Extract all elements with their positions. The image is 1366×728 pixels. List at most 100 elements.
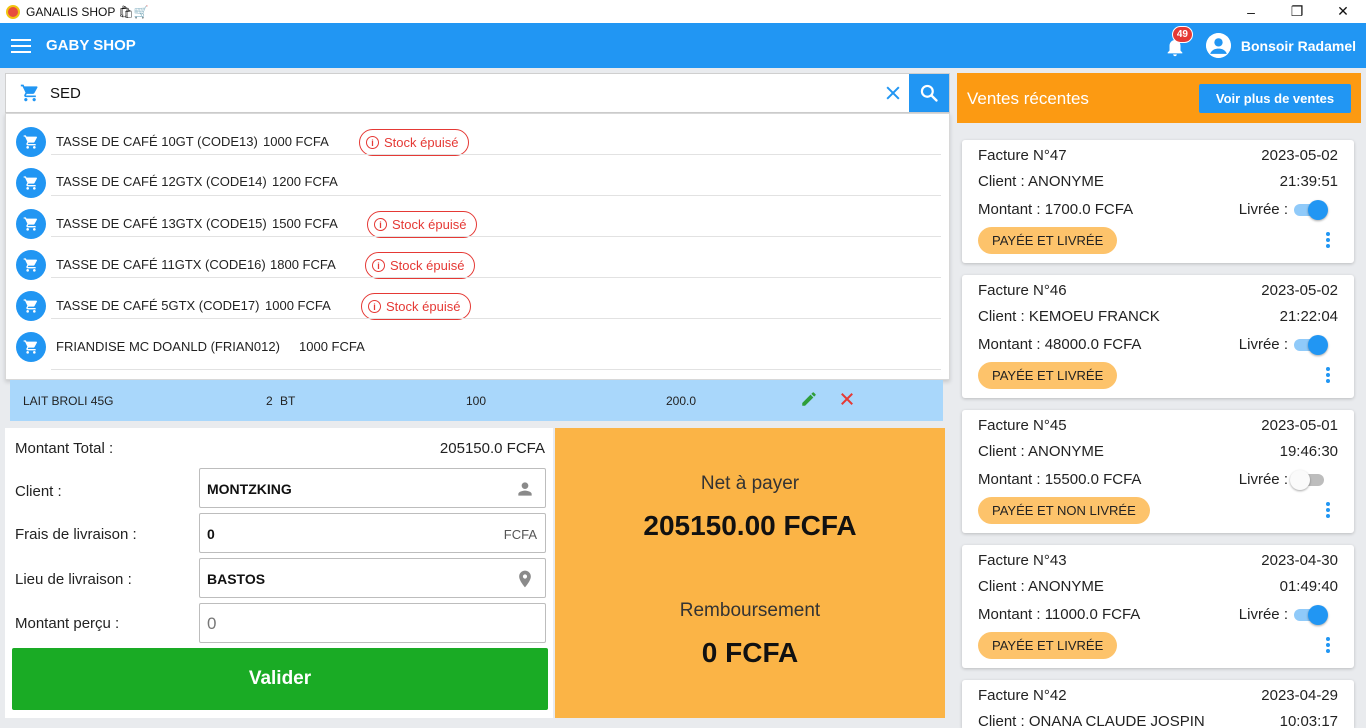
info-icon: i xyxy=(366,136,379,149)
invoice-client: Client : ANONYME xyxy=(978,173,1104,190)
cart-icon xyxy=(16,127,46,157)
info-icon: i xyxy=(372,259,385,272)
restore-button[interactable]: ❐ xyxy=(1274,0,1320,23)
validate-button[interactable]: Valider xyxy=(12,648,548,710)
edit-pencil-icon[interactable] xyxy=(800,390,818,408)
invoice-date: 2023-04-29 xyxy=(1261,687,1338,704)
invoice-card[interactable]: Facture N°42 2023-04-29 Client : ONANA C… xyxy=(962,680,1354,728)
delivery-place-value: BASTOS xyxy=(207,571,266,587)
invoice-card[interactable]: Facture N°46 2023-05-02 Client : KEMOEU … xyxy=(962,275,1354,398)
suggestion-name: TASSE DE CAFÉ 5GTX (CODE17) xyxy=(56,298,260,313)
client-field[interactable]: MONTZKING xyxy=(199,468,546,508)
app-bar: GABY SHOP 49 Bonsoir Radamel xyxy=(0,23,1366,68)
invoice-date: 2023-05-01 xyxy=(1261,417,1338,434)
invoice-client: Client : ANONYME xyxy=(978,578,1104,595)
delete-x-icon[interactable] xyxy=(838,390,856,408)
suggestion-item[interactable]: TASSE DE CAFÉ 13GTX (CODE15) 1500 FCFA i… xyxy=(6,196,951,239)
cart-icon xyxy=(20,84,38,102)
person-icon xyxy=(518,482,532,496)
suggestion-name: TASSE DE CAFÉ 13GTX (CODE15) xyxy=(56,216,267,231)
suggestion-item[interactable]: FRIANDISE MC DOANLD (FRIAN012) 1000 FCFA xyxy=(6,319,951,370)
suggestion-item[interactable]: TASSE DE CAFÉ 11GTX (CODE16) 1800 FCFA i… xyxy=(6,237,951,280)
currency-suffix: FCFA xyxy=(503,527,537,542)
suggestion-item[interactable]: TASSE DE CAFÉ 5GTX (CODE17) 1000 FCFA iS… xyxy=(6,278,951,321)
search-input[interactable] xyxy=(50,84,870,102)
invoice-amount: Montant : 1700.0 FCFA xyxy=(978,201,1134,218)
net-to-pay-label: Net à payer xyxy=(700,473,800,494)
cart-icon xyxy=(16,332,46,362)
suggestion-name: TASSE DE CAFÉ 10GT (CODE13) xyxy=(56,134,258,149)
invoice-amount: Montant : 15500.0 FCFA xyxy=(978,471,1142,488)
app-logo-icon xyxy=(6,4,20,19)
delivered-toggle[interactable] xyxy=(1290,200,1328,220)
suggestion-name: TASSE DE CAFÉ 11GTX (CODE16) xyxy=(56,257,266,272)
cart-icon xyxy=(16,250,46,280)
delivered-toggle[interactable] xyxy=(1290,470,1328,490)
clear-search-icon[interactable] xyxy=(883,83,903,103)
invoice-date: 2023-04-30 xyxy=(1261,552,1338,569)
suggestion-name: FRIANDISE MC DOANLD (FRIAN012) xyxy=(56,339,280,354)
status-chip: PAYÉE ET NON LIVRÉE xyxy=(978,497,1150,524)
cart-icon xyxy=(16,291,46,321)
invoice-card[interactable]: Facture N°47 2023-05-02 Client : ANONYME… xyxy=(962,140,1354,263)
received-amount-value: 0 xyxy=(207,614,217,633)
more-options-icon[interactable] xyxy=(1326,637,1330,653)
received-amount-field[interactable]: 0 xyxy=(199,603,546,643)
payment-form: Montant Total : 205150.0 FCFA Client : M… xyxy=(5,428,553,718)
invoice-number: Facture N°47 xyxy=(978,147,1067,164)
notifications-button[interactable]: 49 xyxy=(1164,25,1193,56)
search-button[interactable] xyxy=(909,74,949,112)
more-options-icon[interactable] xyxy=(1326,367,1330,383)
invoice-card[interactable]: Facture N°43 2023-04-30 Client : ANONYME… xyxy=(962,545,1354,668)
invoice-date: 2023-05-02 xyxy=(1261,147,1338,164)
product-search-bar xyxy=(5,73,950,113)
cart-line-total: 200.0 xyxy=(666,394,697,408)
window-title: GANALIS SHOP 🛍🛒 xyxy=(26,4,149,19)
delivered-label: Livrée : xyxy=(1238,606,1288,623)
delivery-place-label: Lieu de livraison : xyxy=(15,571,132,588)
invoice-client: Client : ONANA CLAUDE JOSPIN xyxy=(978,713,1205,728)
info-icon: i xyxy=(368,300,381,313)
invoice-number: Facture N°42 xyxy=(978,687,1067,704)
suggestion-item[interactable]: TASSE DE CAFÉ 10GT (CODE13) 1000 FCFA iS… xyxy=(6,114,951,157)
search-suggestions-dropdown: TASSE DE CAFÉ 10GT (CODE13) 1000 FCFA iS… xyxy=(5,113,950,380)
more-options-icon[interactable] xyxy=(1326,502,1330,518)
delivered-toggle[interactable] xyxy=(1290,605,1328,625)
cart-unit-price: 100 xyxy=(466,394,487,408)
cart-icon xyxy=(16,209,46,239)
refund-value: 0 FCFA xyxy=(701,637,799,668)
location-pin-icon xyxy=(519,570,531,588)
invoice-number: Facture N°45 xyxy=(978,417,1067,434)
invoice-time: 19:46:30 xyxy=(1279,443,1338,460)
invoice-time: 21:22:04 xyxy=(1279,308,1338,325)
payment-summary: Net à payer 205150.00 FCFA Remboursement… xyxy=(555,428,945,718)
user-avatar-icon[interactable] xyxy=(1205,33,1231,58)
total-value: 205150.0 FCFA xyxy=(439,440,545,457)
net-to-pay-value: 205150.00 FCFA xyxy=(643,510,857,541)
suggestion-item[interactable]: TASSE DE CAFÉ 12GTX (CODE14) 1200 FCFA xyxy=(6,155,951,198)
minimize-button[interactable]: – xyxy=(1228,0,1274,23)
status-chip: PAYÉE ET LIVRÉE xyxy=(978,227,1118,254)
delivered-toggle[interactable] xyxy=(1290,335,1328,355)
more-options-icon[interactable] xyxy=(1326,232,1330,248)
invoice-card[interactable]: Facture N°45 2023-05-01 Client : ANONYME… xyxy=(962,410,1354,533)
hamburger-menu-icon[interactable] xyxy=(11,38,31,53)
invoice-time: 21:39:51 xyxy=(1279,173,1338,190)
suggestion-price: 1000 FCFA xyxy=(299,339,365,354)
suggestion-price: 1000 FCFA xyxy=(265,298,331,313)
invoice-amount: Montant : 48000.0 FCFA xyxy=(978,336,1142,353)
delivery-place-field[interactable]: BASTOS xyxy=(199,558,546,598)
app-name: GABY SHOP xyxy=(46,37,136,54)
cart-table-row[interactable]: LAIT BROLI 45G 2 BT 100 200.0 xyxy=(10,380,943,421)
invoice-amount: Montant : 11000.0 FCFA xyxy=(978,606,1141,623)
received-amount-label: Montant perçu : xyxy=(15,615,120,632)
close-window-button[interactable]: ✕ xyxy=(1320,0,1366,23)
delivery-fee-field[interactable]: 0 FCFA xyxy=(199,513,546,553)
user-greeting[interactable]: Bonsoir Radamel xyxy=(1241,38,1356,54)
view-more-sales-button[interactable]: Voir plus de ventes xyxy=(1199,84,1351,113)
info-icon: i xyxy=(374,218,387,231)
delivered-label: Livrée : xyxy=(1238,336,1288,353)
recent-sales-header: Ventes récentes Voir plus de ventes xyxy=(957,73,1361,123)
suggestion-price: 1500 FCFA xyxy=(272,216,338,231)
suggestion-price: 1000 FCFA xyxy=(263,134,329,149)
